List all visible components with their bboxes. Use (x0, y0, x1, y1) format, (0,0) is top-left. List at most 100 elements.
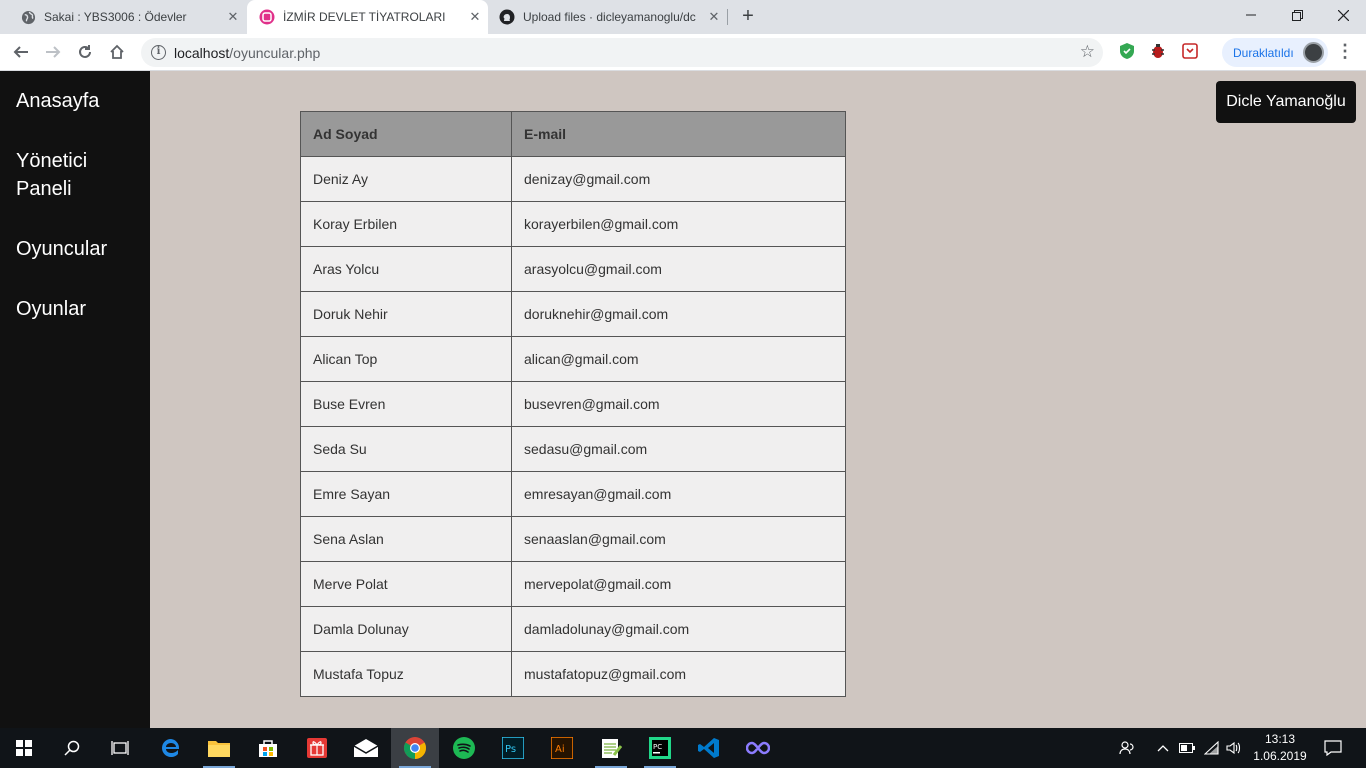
column-header-name: Ad Soyad (300, 111, 512, 157)
new-tab-button[interactable]: + (737, 5, 759, 27)
chevron-up-icon[interactable] (1153, 728, 1173, 768)
taskbar: Ps Ai PC 13:13 1.06.2019 (0, 728, 1366, 768)
tab-title: Sakai : YBS3006 : Ödevler (44, 10, 187, 24)
menu-icon[interactable]: ⋮ (1336, 42, 1354, 62)
table-body: Deniz Ay denizay@gmail.com Koray Erbilen k… (300, 156, 846, 697)
sidebar-item-oyunlar[interactable]: Oyunlar (16, 295, 136, 323)
task-view-icon[interactable] (96, 728, 144, 768)
clock-time: 13:13 (1264, 732, 1296, 746)
player-email: damladolunay@gmail.com (511, 606, 846, 652)
pycharm-icon[interactable]: PC (636, 728, 684, 768)
wifi-icon[interactable] (1202, 728, 1222, 768)
profile-button[interactable]: Duraklatıldı (1222, 38, 1328, 67)
forward-button[interactable] (41, 40, 65, 64)
minimize-button[interactable] (1228, 0, 1274, 30)
player-email: doruknehir@gmail.com (511, 291, 846, 337)
bookmark-star-icon[interactable]: ☆ (1080, 42, 1095, 62)
url-text: localhost/oyuncular.php (174, 45, 320, 61)
player-name: Buse Evren (300, 381, 512, 427)
reload-button[interactable] (73, 40, 97, 64)
notepad-icon[interactable] (587, 728, 635, 768)
player-name: Emre Sayan (300, 471, 512, 517)
tab-sakai[interactable]: Sakai : YBS3006 : Ödevler ✕ (0, 0, 246, 34)
player-email: mervepolat@gmail.com (511, 561, 846, 607)
table-row: Damla Dolunay damladolunay@gmail.com (300, 606, 846, 652)
player-email: arasyolcu@gmail.com (511, 246, 846, 292)
player-email: denizay@gmail.com (511, 156, 846, 202)
photoshop-icon[interactable]: Ps (489, 728, 537, 768)
avatar (1303, 42, 1324, 63)
sidebar-item-oyuncular[interactable]: Oyuncular (16, 235, 136, 263)
notification-icon[interactable] (1320, 728, 1346, 768)
illustrator-icon[interactable]: Ai (538, 728, 586, 768)
tab-strip: Sakai : YBS3006 : Ödevler ✕ İZMİR DEVLET… (0, 0, 1366, 34)
close-tab-icon[interactable]: ✕ (701, 9, 727, 25)
vscode-icon[interactable] (685, 728, 733, 768)
profile-status: Duraklatıldı (1233, 46, 1294, 60)
chrome-icon[interactable] (391, 728, 439, 768)
shield-extension-icon[interactable] (1118, 42, 1136, 60)
github-icon (499, 9, 515, 25)
info-icon[interactable]: i (151, 45, 166, 60)
player-email: busevren@gmail.com (511, 381, 846, 427)
player-name: Deniz Ay (300, 156, 512, 202)
home-button[interactable] (105, 40, 129, 64)
close-tab-icon[interactable]: ✕ (462, 9, 488, 25)
svg-text:Ai: Ai (555, 744, 565, 755)
volume-icon[interactable] (1224, 728, 1244, 768)
player-email: alican@gmail.com (511, 336, 846, 382)
battery-icon[interactable] (1178, 728, 1196, 768)
save-extension-icon[interactable] (1181, 42, 1199, 60)
search-icon[interactable] (48, 728, 96, 768)
people-icon[interactable] (1115, 728, 1139, 768)
sidebar-item-anasayfa[interactable]: Anasayfa (16, 87, 136, 115)
start-button[interactable] (0, 728, 48, 768)
player-name: Aras Yolcu (300, 246, 512, 292)
browser-toolbar: i localhost/oyuncular.php ☆ Duraklatıldı… (0, 34, 1366, 71)
tab-title: İZMİR DEVLET TİYATROLARI (283, 10, 446, 24)
mail-icon[interactable] (342, 728, 390, 768)
table-row: Aras Yolcu arasyolcu@gmail.com (300, 246, 846, 292)
player-email: sedasu@gmail.com (511, 426, 846, 472)
back-button[interactable] (9, 40, 33, 64)
table-row: Deniz Ay denizay@gmail.com (300, 156, 846, 202)
spotify-icon[interactable] (440, 728, 488, 768)
close-window-button[interactable] (1320, 0, 1366, 30)
tab-github[interactable]: Upload files · dicleyamanoglu/dc ✕ (489, 0, 727, 34)
tab-izmir[interactable]: İZMİR DEVLET TİYATROLARI ✕ (247, 0, 488, 34)
table-row: Koray Erbilen korayerbilen@gmail.com (300, 201, 846, 247)
close-tab-icon[interactable]: ✕ (220, 9, 246, 25)
store-icon[interactable] (244, 728, 292, 768)
file-explorer-icon[interactable] (195, 728, 243, 768)
bug-extension-icon[interactable] (1149, 42, 1167, 60)
clock-date: 1.06.2019 (1253, 749, 1307, 763)
gift-icon[interactable] (293, 728, 341, 768)
table-header-row: Ad Soyad E-mail (300, 111, 846, 157)
restore-button[interactable] (1274, 0, 1320, 30)
player-name: Damla Dolunay (300, 606, 512, 652)
player-name: Doruk Nehir (300, 291, 512, 337)
table-row: Buse Evren busevren@gmail.com (300, 381, 846, 427)
player-name: Sena Aslan (300, 516, 512, 562)
sidebar: Anasayfa Yönetici Paneli Oyuncular Oyunl… (0, 71, 150, 728)
player-email: mustafatopuz@gmail.com (511, 651, 846, 697)
column-header-email: E-mail (511, 111, 846, 157)
tab-title: Upload files · dicleyamanoglu/dc (523, 10, 696, 24)
url-path: /oyuncular.php (229, 45, 321, 61)
tab-separator (727, 9, 728, 25)
url-host: localhost (174, 45, 230, 61)
infinity-app-icon[interactable] (734, 728, 782, 768)
clock[interactable]: 13:13 1.06.2019 (1252, 731, 1308, 765)
user-name-button[interactable]: Dicle Yamanoğlu (1216, 81, 1356, 123)
player-email: korayerbilen@gmail.com (511, 201, 846, 247)
player-email: senaaslan@gmail.com (511, 516, 846, 562)
globe-icon (20, 9, 36, 25)
edge-icon[interactable] (147, 728, 195, 768)
table-row: Mustafa Topuz mustafatopuz@gmail.com (300, 651, 846, 697)
svg-text:PC: PC (653, 743, 662, 751)
table-row: Alican Top alican@gmail.com (300, 336, 846, 382)
sidebar-item-yonetici-paneli[interactable]: Yönetici Paneli (16, 147, 136, 203)
address-bar[interactable]: i localhost/oyuncular.php ☆ (141, 38, 1103, 67)
site-logo-icon (259, 9, 275, 25)
player-name: Seda Su (300, 426, 512, 472)
